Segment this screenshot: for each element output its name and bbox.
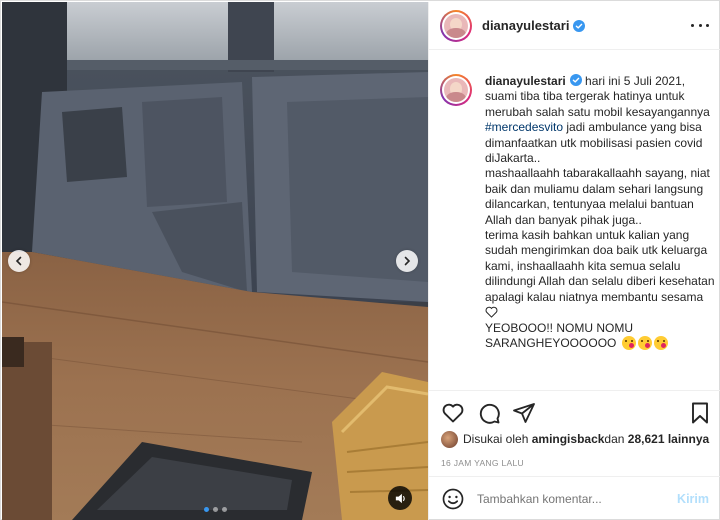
chevron-left-icon	[15, 256, 22, 266]
comment-input[interactable]	[477, 491, 678, 506]
post-comment-button[interactable]: Kirim	[677, 492, 709, 506]
kissing-face-emoji-icon	[653, 335, 668, 350]
heart-icon	[442, 403, 464, 423]
dot-icon	[706, 23, 709, 27]
emoji-picker-button[interactable]	[441, 487, 465, 511]
likes-summary: Disukai oleh amingisback dan 28,621 lain…	[441, 430, 709, 448]
comment-icon	[479, 403, 500, 424]
next-slide-button[interactable]	[396, 250, 418, 272]
slide-dot	[212, 507, 218, 512]
dot-icon	[698, 23, 702, 27]
audio-toggle-button[interactable]	[388, 486, 412, 510]
instagram-post-frame: dianayulestari dianayulestari hari ini 5…	[0, 0, 720, 520]
likes-count[interactable]: 28,621 lainnya	[628, 432, 709, 446]
kissing-face-emoji-icon	[621, 335, 636, 350]
slide-indicator	[2, 507, 428, 512]
paper-plane-icon	[513, 403, 535, 423]
hashtag-link[interactable]: #mercedesvito	[485, 120, 563, 134]
video-frame-van-interior	[2, 2, 428, 520]
caption-area: dianayulestari hari ini 5 Juli 2021, sua…	[429, 50, 720, 390]
likes-middle: dan	[604, 432, 625, 446]
slide-dot	[221, 507, 227, 512]
liker-avatar[interactable]	[441, 430, 458, 448]
speaker-icon	[395, 493, 405, 503]
header-username[interactable]: dianayulestari	[482, 18, 569, 33]
caption-username[interactable]: dianayulestari	[485, 74, 566, 88]
post-header: dianayulestari	[429, 2, 720, 50]
caption-body-2: jadi ambulance yang bisa dimanfaatkan ut…	[485, 120, 715, 304]
verified-badge-icon	[573, 19, 586, 32]
caption-body-3: YEOBOOO!! NOMU NOMU SARANGHEYOOOOOO	[485, 320, 634, 350]
avatar[interactable]	[440, 9, 472, 42]
white-heart-emoji-icon	[485, 306, 498, 318]
save-button[interactable]	[688, 401, 712, 425]
verified-badge-icon	[569, 74, 582, 86]
more-options-button[interactable]	[691, 16, 709, 34]
caption-avatar[interactable]	[440, 74, 472, 106]
bookmark-icon	[692, 402, 708, 424]
like-button[interactable]	[441, 401, 465, 425]
share-button[interactable]	[512, 401, 536, 425]
dot-icon	[691, 23, 694, 27]
post-timestamp[interactable]: 16 JAM YANG LALU	[441, 458, 524, 468]
previous-slide-button[interactable]	[8, 250, 30, 272]
likes-prefix: Disukai oleh	[463, 432, 529, 446]
post-side-panel: dianayulestari dianayulestari hari ini 5…	[428, 2, 720, 520]
slide-dot-active	[203, 507, 209, 512]
comment-button[interactable]	[477, 401, 501, 425]
smiley-icon	[442, 488, 464, 509]
chevron-right-icon	[404, 256, 411, 266]
liker-username[interactable]: amingisback	[532, 432, 605, 446]
comment-bar: Kirim	[429, 476, 720, 520]
caption-text: dianayulestari hari ini 5 Juli 2021, sua…	[485, 74, 717, 351]
post-media[interactable]	[2, 2, 428, 520]
post-actions	[429, 390, 720, 434]
kissing-face-emoji-icon	[637, 335, 652, 350]
